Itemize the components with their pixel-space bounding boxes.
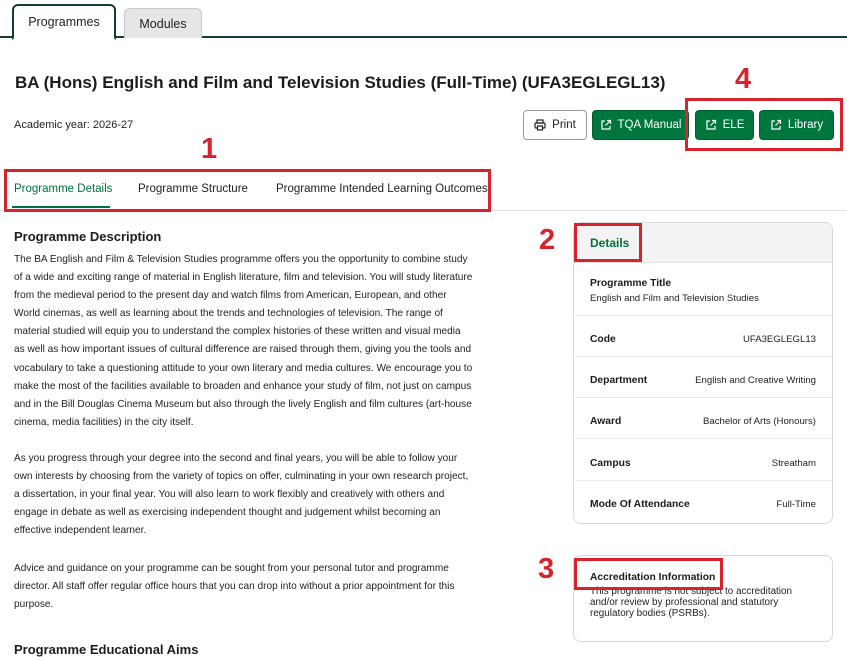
programme-description-heading: Programme Description [14, 229, 162, 244]
ele-button[interactable]: ELE [695, 110, 754, 140]
tab-programme-learning-outcomes[interactable]: Programme Intended Learning Outcomes [276, 183, 488, 195]
library-button[interactable]: Library [759, 110, 834, 140]
programme-tab-bar: Programme Details Programme Structure Pr… [0, 170, 500, 210]
row-divider [574, 356, 832, 357]
campus-value: Streatham [771, 458, 816, 469]
accreditation-text: This programme is not subject to accredi… [590, 586, 792, 619]
tqa-manual-label: TQA Manual [617, 119, 682, 131]
award-label: Award [590, 416, 622, 427]
annotation-number-1: 1 [201, 133, 218, 165]
library-label: Library [787, 119, 824, 131]
row-divider [574, 315, 832, 316]
details-card: Details Programme Title English and Film… [573, 222, 833, 524]
divider [0, 210, 847, 211]
mode-of-attendance-label: Mode Of Attendance [590, 499, 690, 510]
tab-modules[interactable]: Modules [124, 8, 202, 38]
external-link-icon [600, 119, 612, 131]
description-paragraph-2: As you progress through your degree into… [14, 453, 469, 537]
print-label: Print [552, 119, 576, 131]
external-link-icon [705, 119, 717, 131]
tab-programme-structure[interactable]: Programme Structure [138, 183, 248, 195]
annotation-number-2: 2 [539, 224, 556, 256]
tqa-manual-button[interactable]: TQA Manual [592, 110, 689, 140]
description-paragraph-1: The BA English and Film & Television Stu… [14, 254, 473, 428]
ele-label: ELE [722, 119, 745, 131]
row-divider [574, 397, 832, 398]
active-tab-indicator [12, 206, 110, 208]
campus-label: Campus [590, 458, 631, 469]
code-value: UFA3EGLEGL13 [742, 334, 816, 345]
accreditation-card: Accreditation Information This programme… [573, 555, 833, 642]
academic-year: Academic year: 2026-27 [14, 119, 134, 131]
programme-title-label: Programme Title [590, 278, 672, 289]
department-label: Department [590, 375, 648, 386]
printer-icon [534, 119, 546, 131]
award-value: Bachelor of Arts (Honours) [702, 416, 816, 427]
page-title: BA (Hons) English and Film and Televisio… [15, 73, 666, 92]
annotation-number-3: 3 [538, 553, 555, 585]
annotation-number-4: 4 [735, 63, 752, 95]
description-paragraph-3: Advice and guidance on your programme ca… [14, 563, 455, 611]
mode-of-attendance-value: Full-Time [776, 499, 816, 510]
educational-aims-heading: Programme Educational Aims [14, 642, 199, 657]
row-divider [574, 480, 832, 481]
print-button[interactable]: Print [523, 110, 587, 140]
details-card-header: Details [574, 223, 832, 263]
code-label: Code [590, 334, 616, 345]
accreditation-title: Accreditation Information [590, 572, 716, 583]
department-value: English and Creative Writing [695, 375, 816, 386]
tab-programmes[interactable]: Programmes [12, 4, 116, 40]
tab-programme-details[interactable]: Programme Details [14, 183, 112, 195]
top-tab-bar: Programmes Modules [0, 0, 847, 40]
external-link-icon [770, 119, 782, 131]
row-divider [574, 438, 832, 439]
programme-title-value: English and Film and Television Studies [590, 293, 759, 304]
